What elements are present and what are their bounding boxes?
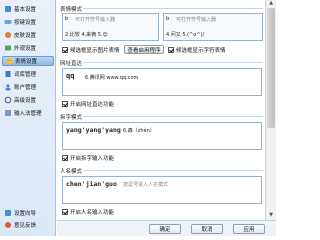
ime-manage-icon	[4, 109, 12, 117]
sidebar-item-dictionary[interactable]: 词库管理	[2, 69, 54, 79]
wizard-label: 设置向导	[14, 211, 37, 217]
sidebar-item-account[interactable]: 账户管理	[2, 82, 54, 92]
preview-hint: 按逗号进入人名模式	[123, 182, 169, 188]
basic-settings-icon	[4, 5, 12, 13]
section-divider	[83, 62, 263, 63]
scroll-up-icon[interactable]: ▲	[267, 0, 275, 7]
view-enabled-apps-button[interactable]: 查看启用程序	[124, 45, 164, 54]
apply-button[interactable]: 应用	[233, 224, 265, 234]
keyboard-icon	[4, 18, 12, 26]
feedback-label: 意见反馈	[14, 223, 37, 229]
checkbox-label: 候选框显示字符表情	[176, 48, 226, 54]
sidebar: 基本设置 按键设置 皮肤设置 外观设置 表情设置 词库管理 账户管理 高级设置	[0, 0, 56, 236]
section-divider	[83, 116, 263, 117]
sidebar-item-skin[interactable]: 皮肤设置	[2, 30, 54, 40]
sidebar-item-label: 词库管理	[14, 72, 37, 78]
preview-hint: 可打开符号输入器	[176, 17, 217, 23]
checkbox-box[interactable]	[62, 47, 68, 53]
emoticon-icon	[5, 57, 13, 65]
preview-candidates: 6.森（zhèn）	[123, 128, 155, 134]
checkbox-label: 候选框显示图片表情	[70, 48, 120, 54]
checkbox-label: 开启人名输入功能	[70, 210, 115, 216]
preview-hint: 可打开符号输入器	[75, 17, 116, 23]
sidebar-item-label: 外观设置	[14, 46, 37, 52]
sidebar-item-label: 表情设置	[15, 59, 38, 65]
sidebar-item-advanced[interactable]: 高级设置	[2, 95, 54, 105]
preview-input: b	[166, 16, 170, 22]
settings-window: 基本设置 按键设置 皮肤设置 外观设置 表情设置 词库管理 账户管理 高级设置	[0, 0, 276, 236]
enable-split-input-checkbox[interactable]: 开启拆字输入功能	[62, 154, 114, 162]
sidebar-item-label: 账户管理	[14, 85, 37, 91]
emoji-preview-1: b 可打开符号输入器 2.比较 4.来俩 5.😊	[62, 13, 159, 41]
main-panel: 表情模式 b 可打开符号输入器 2.比较 4.来俩 5.😊 b 可打开符号输入器…	[57, 0, 276, 236]
preview-candidates: 4.问又 5.(^o^)/	[166, 32, 205, 38]
dictionary-icon	[4, 70, 12, 78]
checkbox-box[interactable]	[168, 47, 174, 53]
cancel-button[interactable]: 取消	[191, 224, 223, 234]
checkbox-label: 开启拆字输入功能	[70, 156, 115, 162]
split-section-title: 拆字模式	[60, 115, 83, 121]
sidebar-item-label: 高级设置	[14, 98, 37, 104]
checkbox-box[interactable]	[62, 155, 68, 161]
sidebar-item-label: 按键设置	[14, 20, 37, 26]
enable-name-input-checkbox[interactable]: 开启人名输入功能	[62, 208, 114, 216]
ok-button[interactable]: 确定	[149, 224, 181, 234]
sidebar-item-ime-manage[interactable]: 输入法管理	[2, 108, 54, 118]
sidebar-item-keys[interactable]: 按键设置	[2, 17, 54, 27]
sidebar-item-label: 皮肤设置	[14, 33, 37, 39]
scroll-down-icon[interactable]: ▼	[267, 212, 275, 219]
checkbox-label: 开启网址直达功能	[70, 102, 115, 108]
skin-icon	[4, 31, 12, 39]
feedback-icon	[3, 221, 12, 230]
url-preview: qq 6.腾讯网 www.qq.com	[62, 68, 262, 96]
url-section-title: 网址直达	[60, 61, 83, 67]
split-preview: yang'yang'yang 6.森（zhèn）	[62, 122, 262, 150]
preview-input: yang'yang'yang	[66, 126, 121, 134]
advanced-icon	[4, 96, 12, 104]
sidebar-item-basic[interactable]: 基本设置	[2, 4, 54, 14]
sidebar-item-label: 基本设置	[14, 7, 37, 13]
setup-wizard-link[interactable]: 设置向导	[3, 208, 53, 218]
feedback-link[interactable]: 意见反馈	[3, 220, 53, 230]
preview-input: qq	[66, 72, 75, 80]
preview-candidates: 2.比较 4.来俩 5.😊	[65, 32, 108, 38]
sidebar-item-emoticon[interactable]: 表情设置	[2, 56, 54, 66]
preview-input: b	[65, 16, 69, 22]
emoji-section-title: 表情模式	[60, 7, 83, 13]
account-icon	[4, 83, 12, 91]
footer-bar: 确定 取消 应用	[57, 220, 276, 236]
preview-candidates: 6.腾讯网 www.qq.com	[85, 75, 139, 81]
section-divider	[83, 8, 263, 9]
appearance-icon	[4, 44, 12, 52]
preview-input: chen'jian'guo	[66, 180, 117, 188]
checkbox-box[interactable]	[62, 209, 68, 215]
sidebar-item-label: 输入法管理	[14, 111, 42, 117]
scrollbar[interactable]: ▲ ▼	[265, 0, 276, 220]
checkbox-box[interactable]	[62, 101, 68, 107]
emoji-preview-2: b 可打开符号输入器 4.问又 5.(^o^)/	[163, 13, 263, 41]
name-preview: chen'jian'guo 按逗号进入人名模式	[62, 176, 262, 204]
name-section-title: 人名模式	[60, 169, 83, 175]
section-divider	[83, 170, 263, 171]
wizard-icon	[3, 209, 12, 218]
scroll-thumb[interactable]	[267, 8, 275, 128]
show-image-emoji-checkbox[interactable]: 候选框显示图片表情	[62, 46, 120, 54]
enable-url-direct-checkbox[interactable]: 开启网址直达功能	[62, 100, 114, 108]
sidebar-item-appearance[interactable]: 外观设置	[2, 43, 54, 53]
show-char-emoji-checkbox[interactable]: 候选框显示字符表情	[168, 46, 226, 54]
